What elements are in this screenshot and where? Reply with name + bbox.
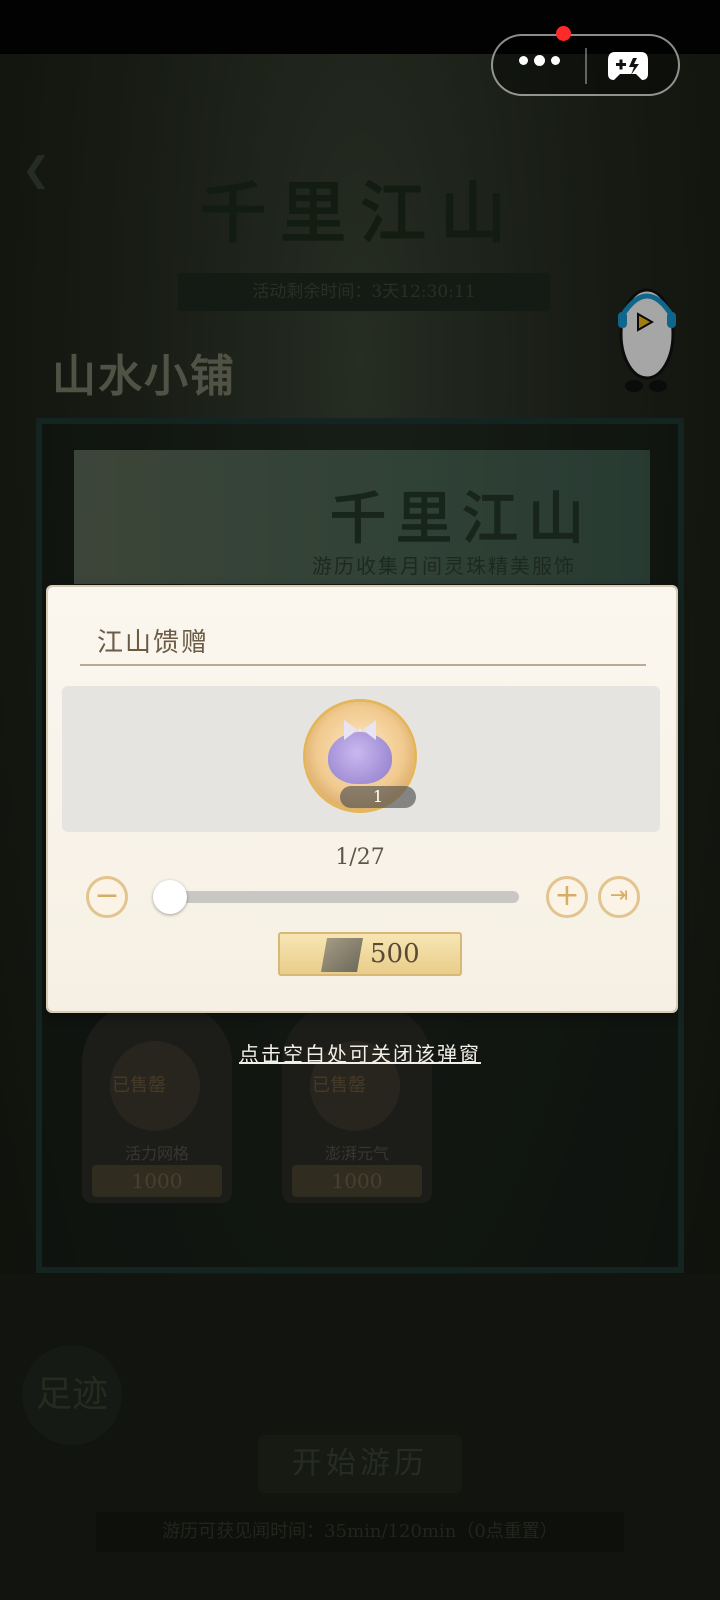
slider-handle[interactable] <box>153 880 187 914</box>
buy-price: 500 <box>370 939 420 969</box>
capsule-divider <box>585 48 587 84</box>
plus-button[interactable]: + <box>546 876 588 918</box>
notification-dot <box>556 26 571 41</box>
buy-button[interactable]: 500 <box>278 932 462 976</box>
max-button[interactable]: ⇥ <box>598 876 640 918</box>
currency-icon <box>321 938 363 972</box>
skip-to-max-icon: ⇥ <box>609 883 629 908</box>
purchase-count: 1/27 <box>335 845 385 870</box>
bag-shape <box>328 732 392 784</box>
item-quantity-badge: 1 <box>340 786 416 808</box>
minus-icon: − <box>94 878 120 913</box>
close-hint[interactable]: 点击空白处可关闭该弹窗 <box>0 1038 720 1067</box>
gamepad-icon[interactable] <box>607 50 649 82</box>
title-divider <box>80 664 646 666</box>
mini-program-capsule <box>491 34 680 96</box>
minus-button[interactable]: − <box>86 876 128 918</box>
plus-icon: + <box>554 878 580 913</box>
more-dots-icon[interactable] <box>519 55 560 66</box>
dialog-title: 江山馈赠 <box>97 628 210 658</box>
quantity-slider[interactable] <box>163 891 519 903</box>
